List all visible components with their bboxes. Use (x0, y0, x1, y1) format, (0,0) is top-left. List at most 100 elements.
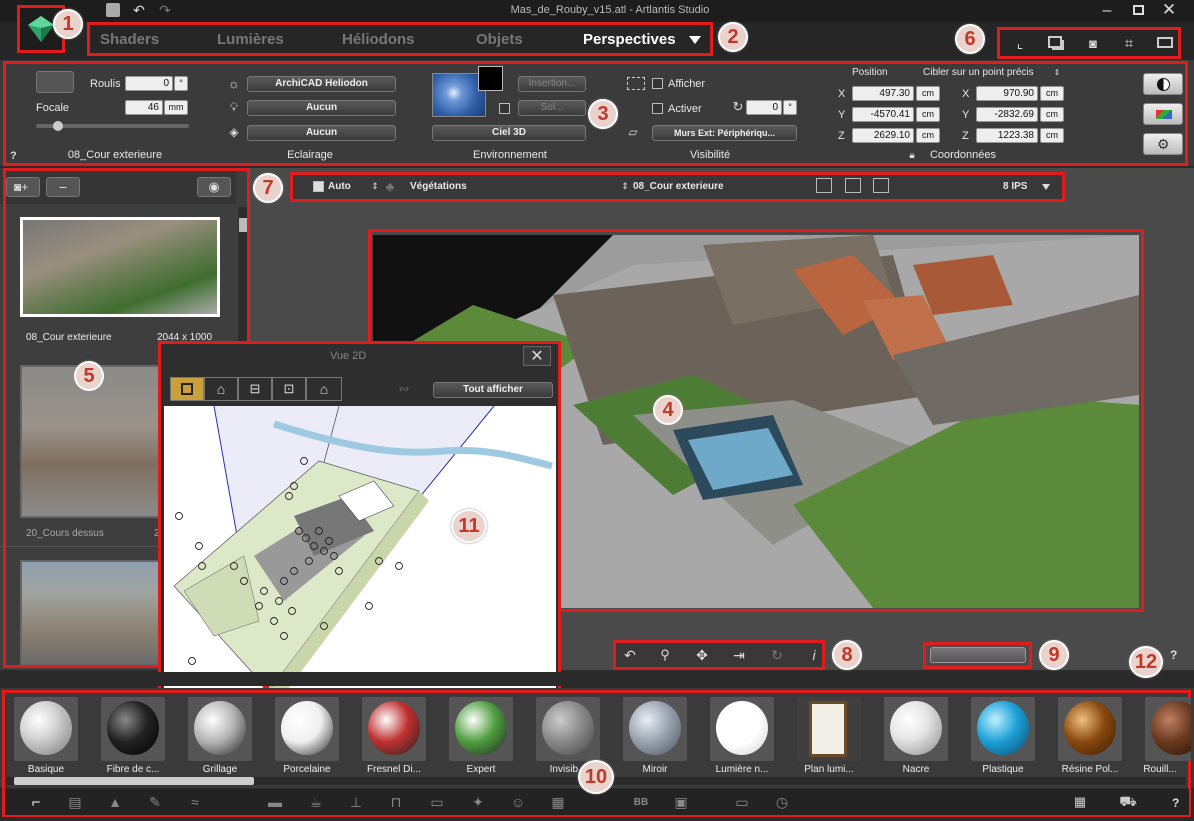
building-icon[interactable]: ▦ (546, 793, 570, 811)
maximize-icon[interactable] (1133, 5, 1144, 15)
walls-select[interactable]: Murs Ext: Périphériqu... (652, 125, 797, 141)
close-icon[interactable]: ✕ (1160, 0, 1178, 19)
leaf-icon[interactable]: ✦ (467, 793, 489, 811)
inspector-help[interactable]: ? (10, 150, 17, 162)
auto-checkbox[interactable] (313, 181, 324, 192)
vegetation-select[interactable]: Végétations (410, 181, 467, 192)
vegetation-arrows-icon[interactable]: ⇕ (370, 180, 380, 192)
clock-icon[interactable]: ◷ (771, 793, 793, 811)
sol-button[interactable]: Sol... (518, 100, 586, 116)
pos-x-input[interactable]: 497.30 (852, 86, 914, 101)
camera-cube-button[interactable] (36, 71, 74, 93)
refresh-icon[interactable]: ↻ (768, 646, 786, 664)
focale-input[interactable]: 46 (125, 100, 163, 115)
sofa-icon[interactable]: ▬ (264, 793, 286, 811)
fps-arrow-icon[interactable] (1042, 184, 1050, 190)
bottom-help[interactable]: ? (1170, 648, 1177, 662)
heliodon-select[interactable]: ArchiCAD Heliodon (247, 76, 396, 92)
image-icon[interactable]: ▣ (670, 793, 692, 811)
catalog-help[interactable]: ? (1172, 796, 1179, 810)
minimize-icon[interactable]: – (1098, 2, 1116, 20)
vue2d-tool-elevation-1[interactable]: ⊟ (238, 377, 272, 401)
material-thumb-11[interactable] (884, 697, 948, 761)
angle-input[interactable]: 0 (746, 100, 782, 115)
redo-icon[interactable]: ↷ (156, 2, 174, 18)
target-select[interactable]: Cibler sur un point précis (923, 67, 1034, 78)
material-thumb-1[interactable] (14, 697, 78, 761)
orbit-icon[interactable]: ↶ (621, 646, 639, 664)
fps-select[interactable]: 8 IPS (1003, 181, 1027, 192)
catalog-scroll-thumb[interactable] (14, 777, 254, 785)
person-icon[interactable]: ☺ (507, 793, 529, 811)
paint-roller-icon[interactable]: ⌐ (26, 793, 46, 811)
roof-icon[interactable]: ▲ (104, 793, 126, 811)
folder-icon[interactable]: ▭ (731, 793, 753, 811)
desk-icon[interactable]: ⊓ (385, 793, 407, 811)
material-thumb-9[interactable] (710, 697, 774, 761)
roulis-input[interactable]: 0 (125, 76, 173, 91)
windows-icon[interactable] (1048, 36, 1062, 48)
pos-y-input[interactable]: -4570.41 (852, 107, 914, 122)
material-thumb-13[interactable] (1058, 697, 1122, 761)
save-icon[interactable] (106, 3, 120, 17)
tab-objets[interactable]: Objets (476, 31, 523, 48)
material-thumb-6[interactable] (449, 697, 513, 761)
tgt-x-input[interactable]: 970.90 (976, 86, 1038, 101)
afficher-checkbox[interactable] (652, 78, 663, 89)
tab-perspectives[interactable]: Perspectives (583, 31, 676, 48)
zoom-icon[interactable]: ⚲ (656, 646, 674, 664)
render-style-button[interactable] (1143, 73, 1183, 95)
lamp-icon[interactable]: ⊥ (345, 793, 367, 811)
material-thumb-7[interactable] (536, 697, 600, 761)
material-thumb-2[interactable] (101, 697, 165, 761)
camera-icon[interactable]: ◙ (1083, 34, 1103, 52)
material-thumb-5[interactable] (362, 697, 426, 761)
frame-icon-2[interactable] (845, 178, 861, 193)
view-select[interactable]: 08_Cour exterieure (633, 181, 724, 192)
sol-checkbox[interactable] (499, 103, 510, 114)
activer-checkbox[interactable] (652, 103, 663, 114)
vue2d-close-icon[interactable]: ✕ (523, 346, 551, 366)
material-thumb-8[interactable] (623, 697, 687, 761)
material-thumb-14[interactable] (1145, 697, 1191, 761)
vue2d-tool-plan[interactable] (170, 377, 204, 401)
water-icon[interactable]: ≈ (184, 793, 206, 811)
material-thumb-10[interactable] (797, 697, 861, 761)
material-thumb-3[interactable] (188, 697, 252, 761)
color-tools-button[interactable] (1143, 103, 1183, 125)
undo-icon[interactable]: ↶ (130, 2, 148, 18)
pos-z-input[interactable]: 2629.10 (852, 128, 914, 143)
billboard-icon[interactable]: BB (630, 793, 652, 811)
vue2d-plan-canvas[interactable] (164, 406, 556, 712)
tgt-y-input[interactable]: -2832.69 (976, 107, 1038, 122)
screen-icon[interactable] (1157, 37, 1173, 48)
vue2d-tool-house-side[interactable]: ⌂ (306, 377, 342, 401)
lock-icon[interactable]: 🔒︎ (906, 148, 918, 162)
settings-button[interactable]: ⚙ (1143, 133, 1183, 155)
tab-heliodons[interactable]: Héliodons (342, 31, 415, 48)
frame-icon-3[interactable] (873, 178, 889, 193)
axes-icon[interactable]: ⌞ (1010, 34, 1030, 52)
tab-lumieres[interactable]: Lumières (217, 31, 284, 48)
tab-shaders[interactable]: Shaders (100, 31, 159, 48)
cart-icon[interactable]: ⛟ (1117, 793, 1139, 811)
environment-select[interactable]: Ciel 3D (432, 125, 586, 141)
tgt-z-input[interactable]: 1223.38 (976, 128, 1038, 143)
light-select[interactable]: Aucun (247, 100, 396, 116)
frame-icon-1[interactable] (816, 178, 832, 193)
view-select-arrows-icon[interactable]: ⇕ (620, 180, 630, 192)
target-select-arrow-icon[interactable]: ⇕ (1052, 66, 1062, 78)
material-thumb-12[interactable] (971, 697, 1035, 761)
walk-icon[interactable]: ⇥ (730, 646, 748, 664)
background-color-swatch[interactable] (478, 66, 503, 91)
insertion-button[interactable]: Insertion... (518, 76, 586, 92)
car-icon[interactable]: ▭ (425, 793, 449, 811)
splitter[interactable] (0, 672, 1194, 686)
light-select-2[interactable]: Aucun (247, 125, 396, 141)
info-icon[interactable]: i (805, 646, 823, 664)
tab-dropdown-arrow-icon[interactable] (689, 36, 701, 44)
cup-icon[interactable]: ☕︎ (305, 793, 327, 811)
material-thumb-4[interactable] (275, 697, 339, 761)
grid-view-icon[interactable]: ▦ (1069, 793, 1091, 811)
focale-slider-thumb[interactable] (53, 121, 63, 131)
